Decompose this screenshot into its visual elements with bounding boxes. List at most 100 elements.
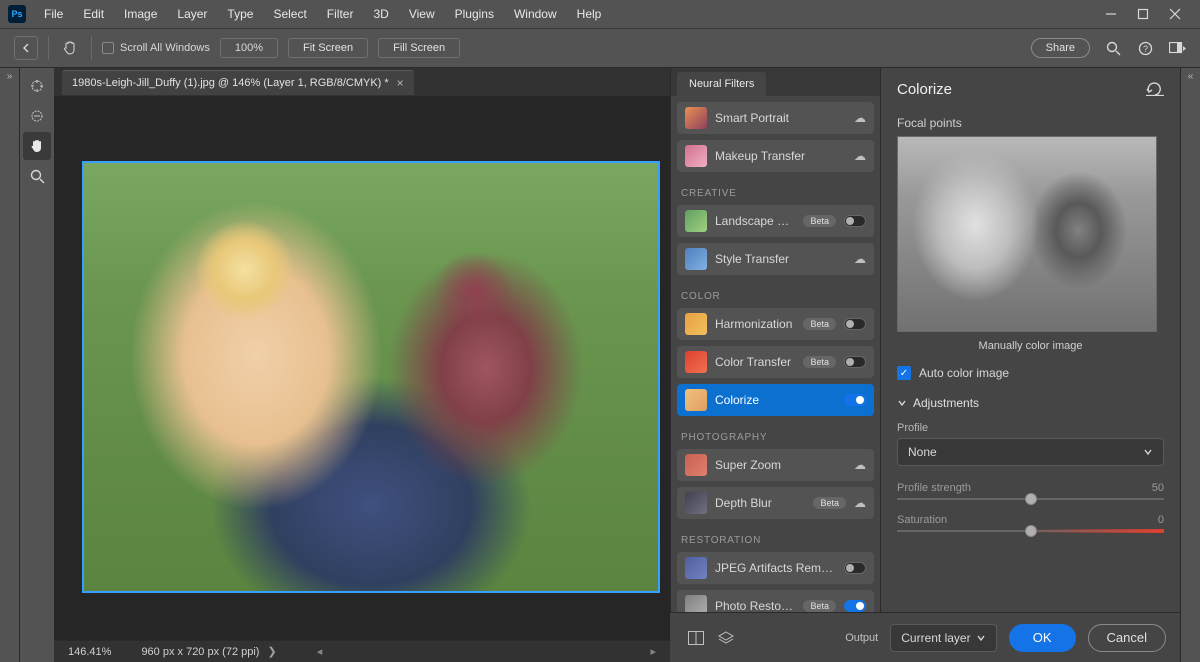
slider-thumb-icon[interactable]	[1025, 525, 1037, 537]
filter-color-transfer[interactable]: Color Transfer Beta	[677, 346, 874, 378]
filter-colorize[interactable]: Colorize	[677, 384, 874, 416]
status-zoom[interactable]: 146.41%	[68, 646, 111, 658]
search-icon[interactable]	[1104, 39, 1122, 57]
scroll-right-icon[interactable]: ▸	[650, 645, 656, 658]
focal-points-image[interactable]	[897, 136, 1157, 332]
filter-thumb-icon	[685, 492, 707, 514]
canvas-image[interactable]	[82, 161, 660, 593]
filter-toggle[interactable]	[844, 562, 866, 574]
cancel-button[interactable]: Cancel	[1088, 624, 1166, 652]
scroll-left-icon[interactable]: ◂	[317, 645, 323, 658]
menu-edit[interactable]: Edit	[75, 3, 112, 25]
menu-view[interactable]: View	[401, 3, 443, 25]
output-select[interactable]: Current layer	[890, 624, 997, 652]
maximize-icon[interactable]	[1136, 7, 1150, 21]
filter-style-transfer[interactable]: Style Transfer ☁	[677, 243, 874, 275]
share-button[interactable]: Share	[1031, 38, 1090, 58]
filter-harmonization[interactable]: Harmonization Beta	[677, 308, 874, 340]
before-after-icon[interactable]	[688, 631, 704, 645]
status-bar: 146.41% 960 px x 720 px (72 ppi)❯ ◂ ▸	[54, 640, 670, 662]
menu-select[interactable]: Select	[265, 3, 314, 25]
expand-left-strip[interactable]: »	[0, 68, 20, 662]
chevron-down-icon	[897, 398, 907, 408]
slider-thumb-icon[interactable]	[1025, 493, 1037, 505]
expand-right-strip[interactable]: «	[1180, 68, 1200, 662]
menu-help[interactable]: Help	[569, 3, 610, 25]
close-tab-icon[interactable]: ×	[397, 76, 404, 90]
output-label: Output	[845, 632, 878, 644]
minimize-icon[interactable]	[1104, 7, 1118, 21]
filter-toggle[interactable]	[844, 356, 866, 368]
checkbox-icon[interactable]	[102, 42, 114, 54]
cloud-download-icon[interactable]: ☁	[854, 496, 866, 510]
document-area: 1980s-Leigh-Jill_Duffy (1).jpg @ 146% (L…	[54, 68, 670, 662]
cloud-download-icon[interactable]: ☁	[854, 111, 866, 125]
profile-strength-label: Profile strength	[897, 482, 971, 494]
profile-select[interactable]: None	[897, 438, 1164, 466]
filter-thumb-icon	[685, 210, 707, 232]
filter-label: JPEG Artifacts Removal	[715, 561, 836, 575]
ok-button[interactable]: OK	[1009, 624, 1076, 652]
zoom-input[interactable]: 100%	[220, 38, 278, 58]
help-icon[interactable]: ?	[1136, 39, 1154, 57]
menu-window[interactable]: Window	[506, 3, 565, 25]
canvas-viewport[interactable]	[54, 96, 670, 640]
menu-file[interactable]: File	[36, 3, 71, 25]
filter-jpeg-artifacts[interactable]: JPEG Artifacts Removal	[677, 552, 874, 584]
cloud-download-icon[interactable]: ☁	[854, 149, 866, 163]
beta-badge: Beta	[813, 497, 846, 509]
document-tabs: 1980s-Leigh-Jill_Duffy (1).jpg @ 146% (L…	[54, 68, 670, 96]
filter-label: Harmonization	[715, 317, 795, 331]
menu-layer[interactable]: Layer	[169, 3, 215, 25]
zoom-tool-icon[interactable]	[23, 162, 51, 190]
panel-title: Colorize	[897, 81, 952, 98]
focal-points-label: Focal points	[897, 116, 1164, 130]
beta-badge: Beta	[803, 318, 836, 330]
filter-makeup-transfer[interactable]: Makeup Transfer ☁	[677, 140, 874, 172]
cloud-download-icon[interactable]: ☁	[854, 252, 866, 266]
filter-landscape-mixer[interactable]: Landscape Mi... Beta	[677, 205, 874, 237]
reset-icon[interactable]	[1146, 82, 1164, 96]
target-minus-tool-icon[interactable]	[23, 102, 51, 130]
menu-filter[interactable]: Filter	[319, 3, 362, 25]
filter-toggle[interactable]	[844, 318, 866, 330]
checkbox-checked-icon[interactable]: ✓	[897, 366, 911, 380]
document-tab[interactable]: 1980s-Leigh-Jill_Duffy (1).jpg @ 146% (L…	[62, 70, 414, 95]
options-bar: Scroll All Windows 100% Fit Screen Fill …	[0, 28, 1200, 68]
filter-smart-portrait[interactable]: Smart Portrait ☁	[677, 102, 874, 134]
adjustments-header[interactable]: Adjustments	[897, 396, 1164, 410]
menu-image[interactable]: Image	[116, 3, 165, 25]
auto-color-checkbox[interactable]: ✓ Auto color image	[897, 366, 1164, 380]
scroll-all-windows-option[interactable]: Scroll All Windows	[102, 42, 210, 54]
cloud-download-icon[interactable]: ☁	[854, 458, 866, 472]
filter-photo-restoration[interactable]: Photo Restorat... Beta	[677, 590, 874, 612]
svg-text:?: ?	[1142, 44, 1147, 54]
hand-tool-icon[interactable]	[23, 132, 51, 160]
filter-toggle[interactable]	[844, 600, 866, 612]
filter-label: Landscape Mi...	[715, 214, 795, 228]
colorize-panel: Colorize Focal points Manually color ima…	[880, 68, 1180, 612]
filter-super-zoom[interactable]: Super Zoom ☁	[677, 449, 874, 481]
menu-plugins[interactable]: Plugins	[447, 3, 502, 25]
filter-depth-blur[interactable]: Depth Blur Beta ☁	[677, 487, 874, 519]
menu-3d[interactable]: 3D	[365, 3, 396, 25]
profile-strength-slider[interactable]	[897, 498, 1164, 500]
filter-toggle[interactable]	[844, 394, 866, 406]
fit-screen-button[interactable]: Fit Screen	[288, 38, 368, 58]
menu-type[interactable]: Type	[219, 3, 261, 25]
chevron-right-icon[interactable]: ❯	[267, 646, 276, 658]
saturation-slider[interactable]	[897, 530, 1164, 532]
layers-icon[interactable]	[718, 631, 734, 645]
close-icon[interactable]	[1168, 7, 1182, 21]
filter-thumb-icon	[685, 595, 707, 612]
back-button[interactable]	[14, 36, 38, 60]
neural-filters-panel: Neural Filters Smart Portrait ☁ Makeup T…	[670, 68, 880, 612]
target-tool-icon[interactable]	[23, 72, 51, 100]
workspace-icon[interactable]	[1168, 39, 1186, 57]
filter-toggle[interactable]	[844, 215, 866, 227]
hand-tool-icon[interactable]	[59, 37, 81, 59]
fill-screen-button[interactable]: Fill Screen	[378, 38, 460, 58]
neural-filters-tab[interactable]: Neural Filters	[677, 72, 766, 96]
menu-bar: Ps File Edit Image Layer Type Select Fil…	[0, 0, 1200, 28]
section-creative: CREATIVE	[677, 178, 874, 205]
